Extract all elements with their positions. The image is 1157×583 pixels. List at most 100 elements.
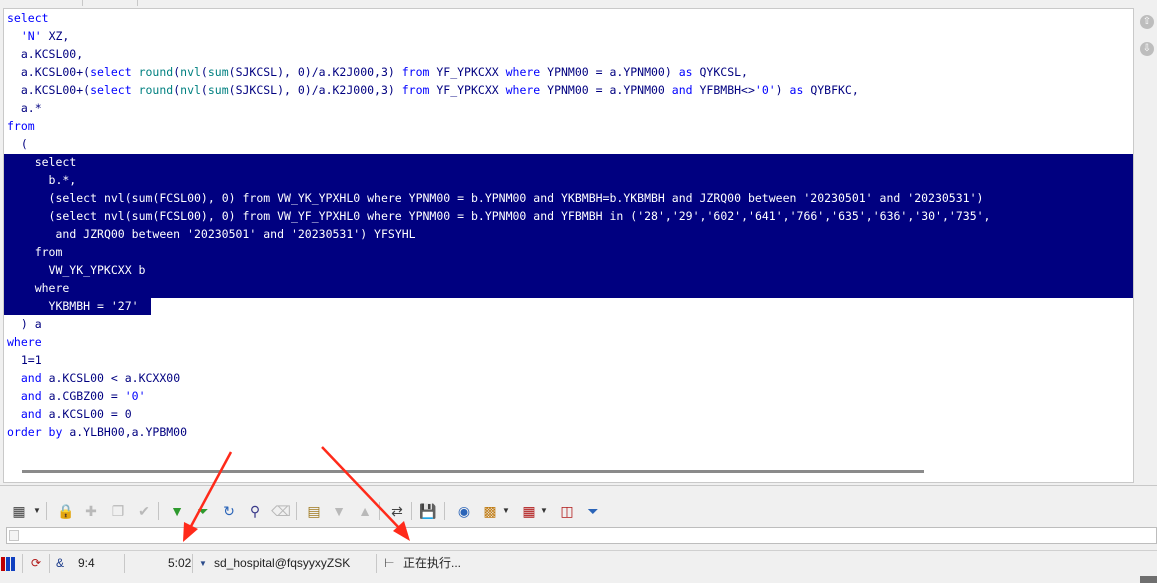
grid-icon[interactable]: ▦ (519, 500, 539, 522)
sql-keyword: from (7, 119, 35, 133)
sql-function: round (138, 65, 174, 79)
code-line: and a.CGBZ00 = '0' (7, 387, 146, 405)
code-line: and a.KCSL00 < a.KCXX00 (7, 369, 180, 387)
code-line: a.* (7, 99, 42, 117)
lock-icon[interactable]: 🔒 (56, 500, 76, 522)
sql-text: , (865, 209, 873, 223)
code-line: select (7, 153, 77, 171)
code-line: where (7, 279, 70, 297)
sql-keyword: where (7, 335, 42, 349)
spinner-icon: ⟳ (31, 556, 42, 570)
code-line: (select nvl(sum(FCSL00), 0) from VW_YK_Y… (7, 189, 984, 207)
toolbar-separator (379, 502, 380, 520)
code-line: a.KCSL00, (7, 45, 83, 63)
dbms-output-icon[interactable]: ▦ (9, 500, 29, 522)
bottom-edge (0, 576, 1157, 583)
sql-string: '735' (948, 209, 984, 223)
sql-keyword: select (55, 209, 98, 223)
scroll-down-icon[interactable]: ⇩ (1140, 42, 1154, 56)
copy-icon[interactable]: ❐ (108, 500, 128, 522)
sql-text: , (664, 209, 672, 223)
toolbar-separator (411, 502, 412, 520)
code-line: and a.KCSL00 = 0 (7, 405, 132, 423)
sql-text: (SJKCSL), 0)/a.K2J000,3) (228, 65, 402, 79)
code-line: and JZRQ00 between '20230501' and '20230… (7, 225, 415, 243)
sql-text: QYBFKC, (803, 83, 859, 97)
clear-icon[interactable]: ⌫ (271, 500, 291, 522)
refresh-icon[interactable]: ↻ (219, 500, 239, 522)
sql-keyword: where (34, 281, 70, 295)
tab-sql[interactable] (0, 0, 83, 6)
status-separator (49, 554, 50, 573)
sql-text: XZ, (41, 29, 70, 43)
sql-text: , (941, 209, 949, 223)
find-icon[interactable]: ⚲ (245, 500, 265, 522)
status-separator (192, 554, 193, 573)
new-icon[interactable]: ✚ (81, 500, 101, 522)
chevron-down-icon[interactable]: ▼ (33, 500, 41, 522)
horizontal-scrollbar[interactable] (22, 470, 924, 473)
editor-side-panel: ⇧ ⇩ (1135, 8, 1157, 483)
result-toolbar: ▦ ▼ 🔒 ✚ ❐ ✔ ▼ ⏷ ↻ ⚲ ⌫ ▤ ▼ ▲ ⇄ 💾 ◉ ▩ ▼ ▦ … (0, 496, 1157, 526)
filter-input[interactable] (6, 527, 1157, 544)
tab-output[interactable] (83, 0, 138, 6)
chevron-down-icon[interactable]: ▼ (540, 500, 548, 522)
sql-function: sum (207, 65, 229, 79)
sql-function: nvl (103, 209, 125, 223)
sql-text: YKBMBH = (7, 299, 111, 313)
code-line: 1=1 (7, 351, 42, 369)
sql-text: YFBMBH<> (692, 83, 755, 97)
compare-icon[interactable]: ◫ (557, 500, 577, 522)
connection-name[interactable]: sd_hospital@fqsyyxyZSK (214, 551, 350, 576)
sql-keyword: where (367, 191, 402, 205)
sql-function: nvl (180, 65, 201, 79)
explain-plan-icon[interactable]: ◉ (454, 500, 474, 522)
sql-keyword: from (242, 209, 271, 223)
fetch-all-icon[interactable]: ⏷ (193, 500, 213, 522)
connection-dropdown-icon[interactable]: ▼ (199, 551, 207, 576)
chevron-down-icon[interactable]: ▼ (502, 500, 510, 522)
sql-text: VW_YK_YPKCXX b (7, 263, 146, 277)
commit-icon[interactable]: ✔ (134, 500, 154, 522)
resize-grip[interactable] (1140, 576, 1157, 583)
fetch-next-icon[interactable]: ▼ (167, 500, 187, 522)
sql-keyword: and (533, 191, 555, 205)
save-icon[interactable]: 💾 (418, 500, 438, 522)
sql-text: a.KCSL00 = 0 (41, 407, 132, 421)
code-line: where (7, 333, 42, 351)
sql-text: (FCSL00), 0) (152, 191, 243, 205)
sql-keyword: select (90, 65, 132, 79)
sql-keyword: and (671, 83, 693, 97)
code-line: YKBMBH = '27' (7, 297, 139, 315)
sql-text: JZRQ00 (76, 227, 132, 241)
status-separator (376, 554, 377, 573)
query-by-example-icon[interactable]: ▤ (304, 500, 324, 522)
input-handle (9, 530, 19, 541)
sql-editor[interactable]: select 'N' XZ, a.KCSL00, a.KCSL00+(selec… (3, 8, 1134, 483)
pin-icon: ⊢ (384, 556, 395, 570)
sql-text: (SJKCSL), 0)/a.K2J000,3) (228, 83, 402, 97)
sql-keyword: select (55, 191, 98, 205)
sql-string: '29' (671, 209, 700, 223)
scroll-up-icon[interactable]: ⇧ (1140, 15, 1154, 29)
sql-text: YF_YPKCXX (429, 83, 506, 97)
sql-text: YPNM00 = b.YPNM00 (401, 191, 534, 205)
sql-keyword: where (505, 65, 541, 79)
sql-keyword: and (533, 209, 555, 223)
chart-icon[interactable]: ▩ (480, 500, 500, 522)
sql-string: 'N' (20, 29, 42, 43)
sort-asc-icon[interactable]: ▲ (355, 500, 375, 522)
filter-icon[interactable]: ⏷ (583, 500, 603, 522)
export-icon[interactable]: ⇄ (387, 500, 407, 522)
sql-text: QYKCSL, (692, 65, 748, 79)
code-line: 'N' XZ, (7, 27, 69, 45)
sql-text: YKBMBH=b.YKBMBH (554, 191, 672, 205)
sort-desc-icon[interactable]: ▼ (329, 500, 349, 522)
sql-function: sum (131, 209, 153, 223)
